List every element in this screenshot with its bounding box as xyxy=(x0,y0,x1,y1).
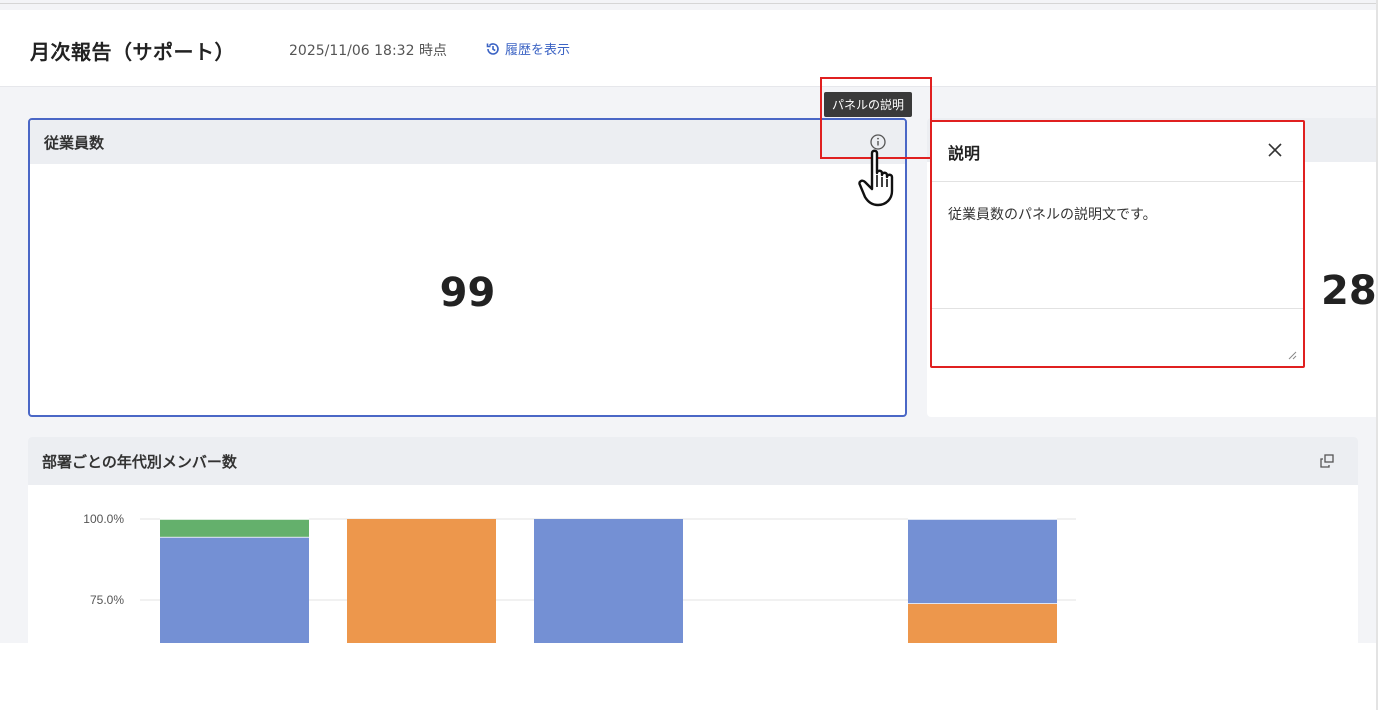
bar-segment[interactable] xyxy=(160,519,309,537)
popup-header: 説明 xyxy=(932,122,1303,182)
panel-title: 従業員数 xyxy=(44,133,105,152)
snapshot-timestamp: 2025/11/06 18:32 時点 xyxy=(289,43,447,59)
hand-pointer-icon xyxy=(858,149,894,207)
resize-handle-icon[interactable] xyxy=(1287,350,1297,360)
history-link[interactable]: 履歴を表示 xyxy=(485,39,570,58)
employee-count-panel[interactable]: 従業員数 99 xyxy=(28,118,907,417)
dashboard-viewport: 月次報告（サポート） 2025/11/06 18:32 時点 履歴を表示 従業員… xyxy=(0,0,1378,643)
history-link-label: 履歴を表示 xyxy=(505,43,571,58)
panel-title: 部署ごとの年代別メンバー数 xyxy=(42,452,237,471)
top-divider xyxy=(0,3,1378,4)
bar-segment[interactable] xyxy=(347,519,496,643)
page-header: 月次報告（サポート） 2025/11/06 18:32 時点 履歴を表示 xyxy=(0,10,1376,87)
history-icon xyxy=(486,42,499,55)
bar-segment[interactable] xyxy=(908,519,1057,604)
popout-icon[interactable] xyxy=(1318,452,1336,470)
employee-count-value: 99 xyxy=(439,270,496,316)
page-title: 月次報告（サポート） xyxy=(30,40,235,64)
popup-footer xyxy=(932,309,1303,366)
popup-body: 従業員数のパネルの説明文です。 xyxy=(932,182,1303,309)
metric-value: 28 xyxy=(1321,268,1377,314)
dept-age-chart-panel[interactable]: 部署ごとの年代別メンバー数 100.0% 75.0% xyxy=(28,437,1358,643)
stacked-bar-chart: 100.0% 75.0% xyxy=(83,512,1076,643)
y-tick-label: 100.0% xyxy=(83,512,124,526)
bar-segment[interactable] xyxy=(534,519,683,643)
popup-title: 説明 xyxy=(948,143,981,163)
bar-segment[interactable] xyxy=(908,603,1057,643)
panel-header: 従業員数 xyxy=(30,120,905,164)
bar-segment[interactable] xyxy=(160,536,309,643)
y-tick-label: 75.0% xyxy=(90,593,124,607)
close-icon[interactable] xyxy=(1265,140,1285,160)
panel-header: 部署ごとの年代別メンバー数 xyxy=(28,437,1358,485)
description-popup: 説明 従業員数のパネルの説明文です。 xyxy=(930,120,1305,368)
